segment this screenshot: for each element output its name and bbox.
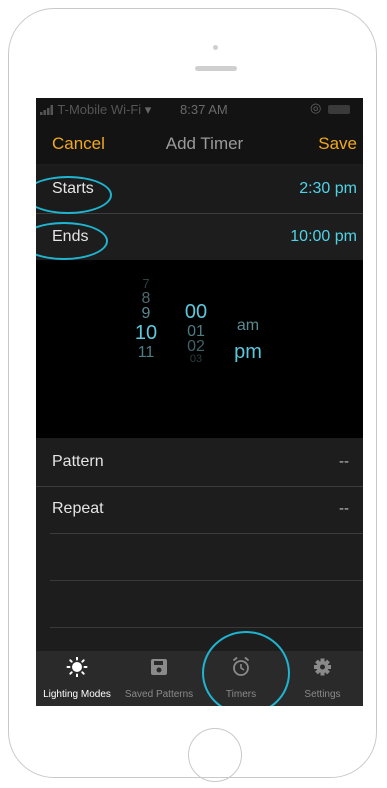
front-camera [213,45,218,50]
home-button[interactable] [188,728,242,782]
ends-row[interactable]: Ends 10:00 pm [36,214,363,262]
wifi-icon: ▾ [144,102,152,117]
pattern-row[interactable]: Pattern -- [36,439,363,487]
navigation-bar: Cancel Add Timer Save [36,122,363,164]
alarm-clock-icon [233,657,249,676]
repeat-row[interactable]: Repeat -- [50,486,363,534]
tab-settings[interactable]: Settings [282,651,363,706]
period-wheel-selected[interactable]: pm [230,340,266,364]
hour-wheel[interactable]: 7 8 9 10 11 [132,276,160,361]
floppy-disk-icon [151,659,167,675]
save-button[interactable]: Save [318,134,357,154]
signal-icon [40,105,53,115]
status-bar: T-Mobile Wi-Fi ▾ 8:37 AM ◎ [36,98,363,122]
tab-timers[interactable]: Timers [200,651,282,706]
divider [50,627,363,628]
phone-screen: T-Mobile Wi-Fi ▾ 8:37 AM ◎ Cancel Add Ti… [36,98,363,706]
minute-option[interactable]: 03 [180,354,212,365]
starts-row[interactable]: Starts 2:30 pm [36,166,363,214]
tab-label: Saved Patterns [124,689,194,700]
tab-label: Timers [225,689,257,700]
minute-wheel[interactable]: 00 01 02 03 [180,300,212,365]
pattern-value: -- [339,453,349,470]
hour-option[interactable]: 7 [132,276,160,291]
repeat-label: Repeat [52,500,104,517]
page-title: Add Timer [165,134,244,153]
period-option[interactable]: am [230,318,266,334]
tab-lighting-modes[interactable]: Lighting Modes [36,651,118,706]
carrier-label: T-Mobile Wi-Fi ▾ [40,102,151,118]
time-picker[interactable]: 7 8 9 10 11 00 01 02 03 am pm [36,260,363,438]
ends-label: Ends [52,228,89,245]
tab-bar: Lighting Modes Saved Patterns Timers Set… [36,651,363,706]
battery-icon [328,105,350,114]
status-time: 8:37 AM [180,102,228,117]
hour-option[interactable]: 8 [132,291,160,307]
hour-selected[interactable]: 10 [132,321,160,345]
carrier-name: T-Mobile Wi-Fi [57,102,142,117]
hour-option[interactable]: 9 [132,306,160,322]
tab-label: Lighting Modes [43,689,111,700]
minute-option[interactable]: 02 [180,339,212,355]
gear-icon [314,658,331,676]
hour-option[interactable]: 11 [132,345,160,361]
tab-saved-patterns[interactable]: Saved Patterns [118,651,200,706]
ends-value: 10:00 pm [290,228,357,245]
sun-icon [66,657,88,677]
pattern-label: Pattern [52,453,104,470]
tab-label: Settings [304,689,341,700]
period-wheel[interactable]: am [230,318,266,334]
minute-option[interactable]: 01 [180,324,212,340]
minute-selected[interactable]: 00 [180,300,212,324]
period-selected[interactable]: pm [230,340,266,364]
divider [50,580,363,581]
rotation-lock-icon: ◎ [310,100,322,115]
earpiece-speaker [195,66,237,71]
repeat-value: -- [339,500,349,517]
starts-value: 2:30 pm [299,180,357,197]
starts-label: Starts [52,180,94,197]
